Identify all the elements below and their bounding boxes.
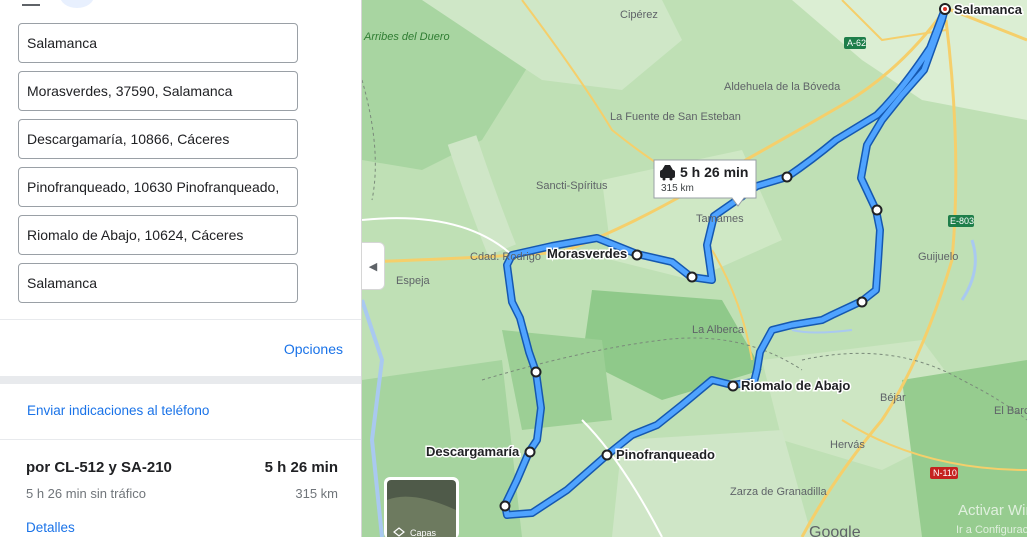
place-label: Espeja — [396, 275, 431, 287]
route-time: 5 h 26 min — [264, 459, 338, 476]
layers-button[interactable]: Capas — [384, 477, 459, 537]
place-label: La Fuente de San Esteban — [610, 111, 741, 123]
place-label: Guijuelo — [918, 251, 958, 263]
stop-text: Riomalo de Abajo, 10624, Cáceres — [27, 227, 244, 243]
svg-text:Capas: Capas — [410, 528, 437, 537]
waypoint-label-pinofranqueado: Pinofranqueado — [616, 447, 715, 462]
send-to-phone-link[interactable]: Enviar indicaciones al teléfono — [27, 403, 209, 418]
waypoint-label-descargamaria: Descargamaría — [426, 444, 520, 459]
svg-text:E-803: E-803 — [950, 216, 974, 226]
place-label: Hervás — [830, 439, 865, 451]
place-label: Tamames — [696, 213, 744, 225]
stop-input-3[interactable]: Descargamaría, 10866, Cáceres — [18, 119, 298, 159]
svg-text:315 km: 315 km — [661, 183, 694, 194]
directions-panel: Salamanca Morasverdes, 37590, Salamanca … — [0, 0, 362, 537]
stop-input-2[interactable]: Morasverdes, 37590, Salamanca — [18, 71, 298, 111]
map-graphics: Cipérez Aldehuela de la Bóveda La Fuente… — [362, 0, 1027, 537]
options-button[interactable]: Opciones — [284, 341, 343, 357]
place-label: La Alberca — [692, 324, 745, 336]
stop-input-4[interactable]: Pinofranqueado, 10630 Pinofranqueado, — [18, 167, 298, 207]
stop-text: Pinofranqueado, 10630 Pinofranqueado, — [27, 179, 280, 195]
waypoint-label-riomalo: Riomalo de Abajo — [741, 378, 850, 393]
svg-text:5 h 26 min: 5 h 26 min — [680, 164, 748, 180]
top-cutoff-icon — [22, 0, 40, 6]
details-link[interactable]: Detalles — [26, 520, 75, 535]
place-label: Zarza de Granadilla — [730, 486, 827, 498]
waypoint-label-salamanca: Salamanca — [954, 2, 1023, 17]
route-via: por CL-512 y SA-210 — [26, 459, 172, 476]
stop-input-1[interactable]: Salamanca — [18, 23, 298, 63]
place-label: Béjar — [880, 392, 906, 404]
stop-text: Descargamaría, 10866, Cáceres — [27, 131, 230, 147]
stop-text: Salamanca — [27, 275, 98, 291]
top-cutoff-bar — [60, 0, 94, 8]
windows-watermark: Activar Windows — [958, 502, 1027, 519]
stop-text: Salamanca — [27, 35, 98, 51]
stop-input-6[interactable]: Salamanca — [18, 263, 298, 303]
map-canvas[interactable]: Cipérez Aldehuela de la Bóveda La Fuente… — [362, 0, 1027, 537]
natural-area-label: Arribes del Duero — [363, 31, 450, 43]
divider — [0, 319, 361, 320]
place-label: El Barco de Ávila — [994, 404, 1027, 417]
section-divider — [0, 376, 361, 384]
route-no-traffic: 5 h 26 min sin tráfico — [26, 486, 146, 501]
place-label: Cdad. Rodrigo — [470, 251, 541, 263]
waypoint-label-morasverdes: Morasverdes — [547, 246, 627, 261]
collapse-panel-button[interactable]: ◀ — [362, 242, 385, 290]
windows-watermark-sub: Ir a Configuración — [956, 524, 1027, 536]
route-summary[interactable]: por CL-512 y SA-210 5 h 26 min 5 h 26 mi… — [0, 440, 361, 537]
place-label: Aldehuela de la Bóveda — [724, 81, 841, 93]
place-label: Cipérez — [620, 9, 658, 21]
svg-text:N-110: N-110 — [933, 468, 957, 478]
google-logo: Google — [809, 524, 861, 537]
stop-input-5[interactable]: Riomalo de Abajo, 10624, Cáceres — [18, 215, 298, 255]
stop-text: Morasverdes, 37590, Salamanca — [27, 83, 233, 99]
place-label: Sancti-Spíritus — [536, 180, 608, 192]
chevron-left-icon: ◀ — [368, 260, 378, 273]
route-distance: 315 km — [295, 486, 338, 501]
svg-text:A-62: A-62 — [847, 38, 866, 48]
